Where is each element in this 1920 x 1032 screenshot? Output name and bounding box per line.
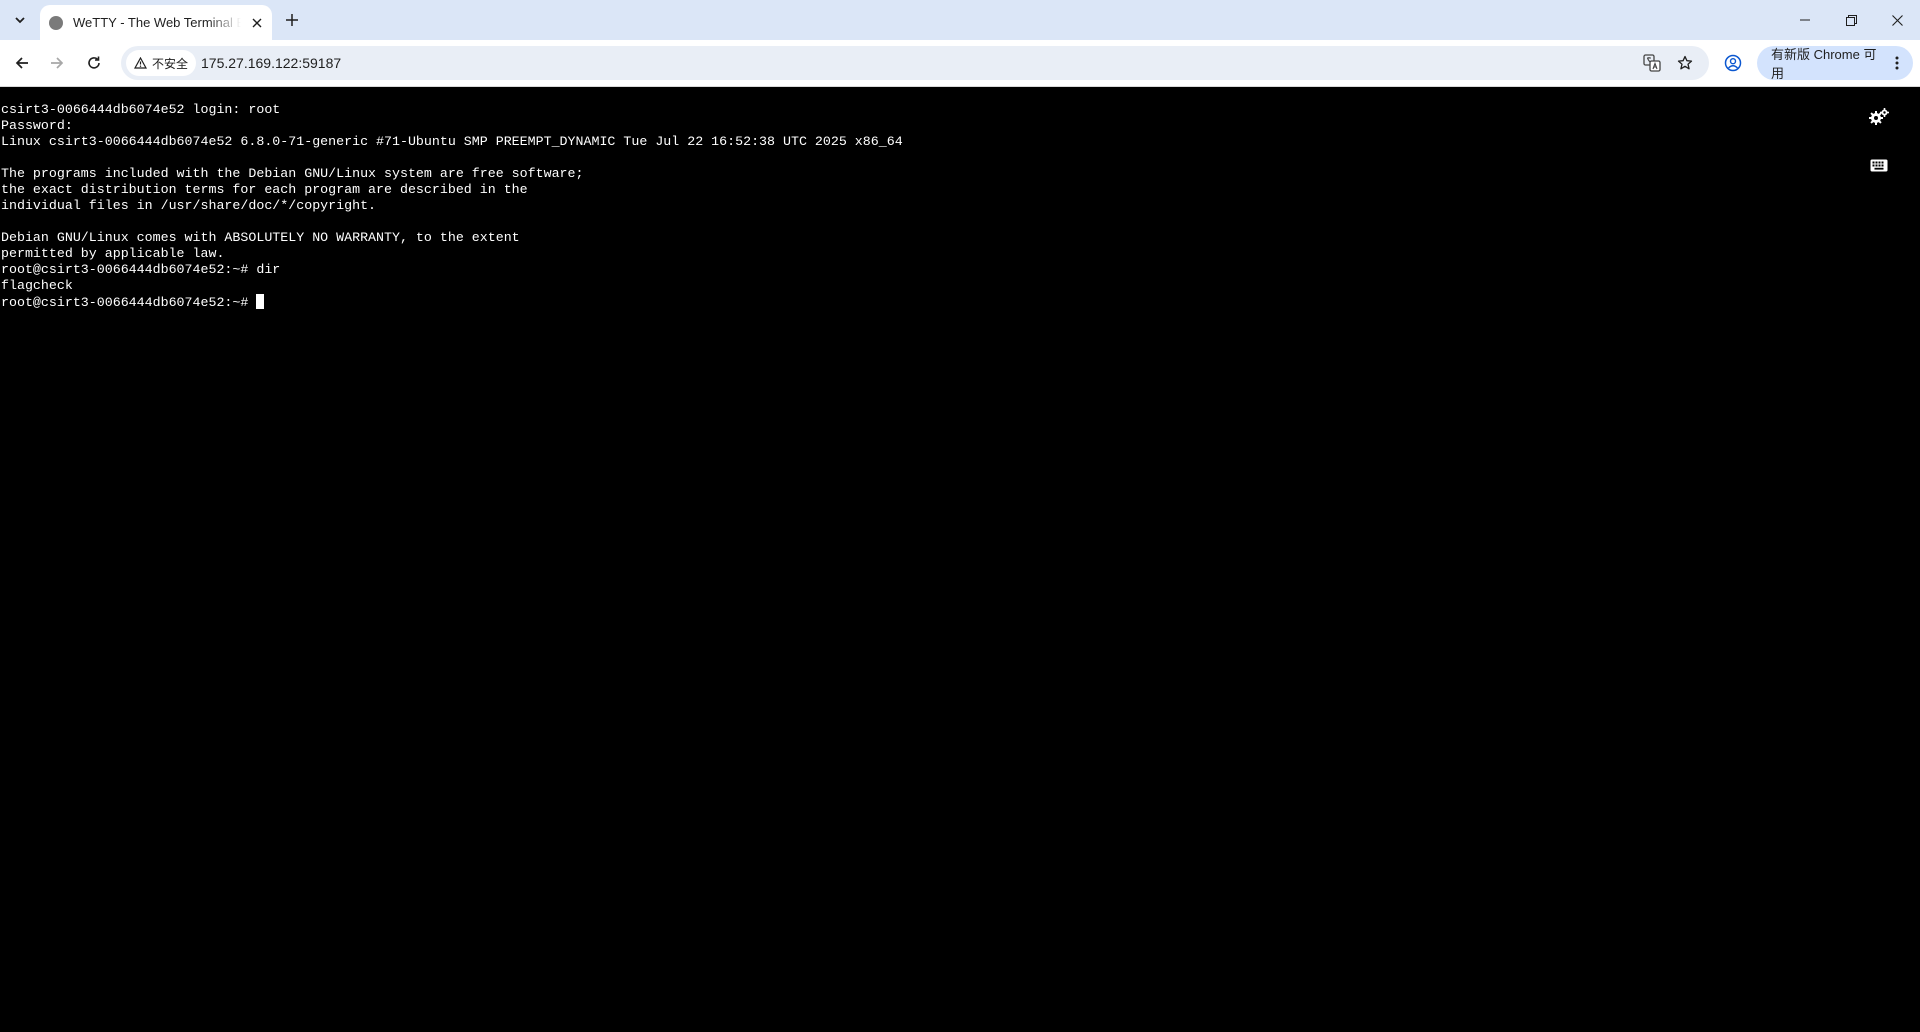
terminal-line: individual files in /usr/share/doc/*/cop…: [1, 198, 377, 213]
reload-button[interactable]: [79, 48, 109, 78]
bookmark-button[interactable]: [1674, 52, 1696, 74]
tab-strip: WeTTY - The Web Terminal Emulator: [0, 0, 1920, 40]
profile-button[interactable]: [1720, 50, 1746, 76]
forward-button[interactable]: [42, 48, 72, 78]
terminal-line: permitted by applicable law.: [1, 246, 225, 261]
star-icon: [1677, 55, 1693, 70]
terminal-prompt: root@csirt3-0066444db6074e52:~#: [1, 295, 257, 310]
address-bar[interactable]: 不安全 175.27.169.122:59187: [121, 46, 1709, 80]
update-label: 有新版 Chrome 可用: [1771, 47, 1877, 81]
arrow-left-icon: [15, 57, 28, 69]
new-tab-button[interactable]: [280, 8, 304, 32]
security-label: 不安全: [152, 56, 189, 71]
terminal-line: the exact distribution terms for each pr…: [1, 182, 528, 197]
terminal-line: The programs included with the Debian GN…: [1, 166, 584, 181]
menu-button[interactable]: [1889, 56, 1905, 70]
terminal-line: root@csirt3-0066444db6074e52:~# dir: [1, 262, 281, 277]
chrome-update-button[interactable]: 有新版 Chrome 可用: [1757, 46, 1913, 81]
browser-toolbar: 不安全 175.27.169.122:59187 有新版 Chrome 可用: [0, 40, 1920, 87]
profile-icon: [1724, 54, 1742, 72]
reload-icon: [88, 56, 100, 69]
gears-icon: [1869, 108, 1889, 125]
terminal-cursor: [256, 294, 265, 309]
vertical-dots-icon: [1895, 56, 1899, 70]
warning-triangle-icon: [134, 57, 147, 69]
keyboard-icon: [1870, 159, 1888, 172]
terminal[interactable]: csirt3-0066444db6074e52 login: root Passw…: [0, 87, 1920, 1032]
translate-button[interactable]: [1641, 52, 1663, 74]
close-icon: [252, 18, 262, 27]
arrow-right-icon: [51, 57, 64, 69]
close-window-button[interactable]: [1874, 0, 1920, 40]
restore-button[interactable]: [1828, 0, 1874, 40]
tab-title: WeTTY - The Web Terminal Emulator: [73, 15, 241, 30]
restore-icon: [1845, 14, 1857, 26]
translate-icon: [1643, 54, 1661, 72]
terminal-output: csirt3-0066444db6074e52 login: root Passw…: [1, 102, 903, 310]
terminal-line: flagcheck: [1, 278, 73, 293]
back-button[interactable]: [7, 48, 37, 78]
keyboard-button[interactable]: [1870, 159, 1888, 177]
terminal-line: csirt3-0066444db6074e52 login: root: [1, 102, 281, 117]
chevron-down-icon: [15, 17, 25, 24]
tab-wetty[interactable]: WeTTY - The Web Terminal Emulator: [40, 5, 272, 40]
close-window-icon: [1891, 14, 1903, 26]
tab-search-button[interactable]: [5, 6, 35, 34]
terminal-prompt-line: root@csirt3-0066444db6074e52:~#: [1, 294, 903, 310]
terminal-line: Linux csirt3-0066444db6074e52 6.8.0-71-g…: [1, 134, 903, 149]
globe-icon: [49, 15, 63, 30]
tab-close-button[interactable]: [247, 13, 267, 33]
terminal-line: Debian GNU/Linux comes with ABSOLUTELY N…: [1, 230, 520, 245]
plus-icon: [286, 14, 298, 26]
minimize-button[interactable]: [1782, 0, 1828, 40]
security-indicator[interactable]: 不安全: [126, 50, 197, 76]
terminal-line: Password:: [1, 118, 73, 133]
url-text: 175.27.169.122:59187: [201, 55, 342, 71]
minimize-icon: [1800, 19, 1810, 21]
settings-button[interactable]: [1868, 107, 1890, 132]
